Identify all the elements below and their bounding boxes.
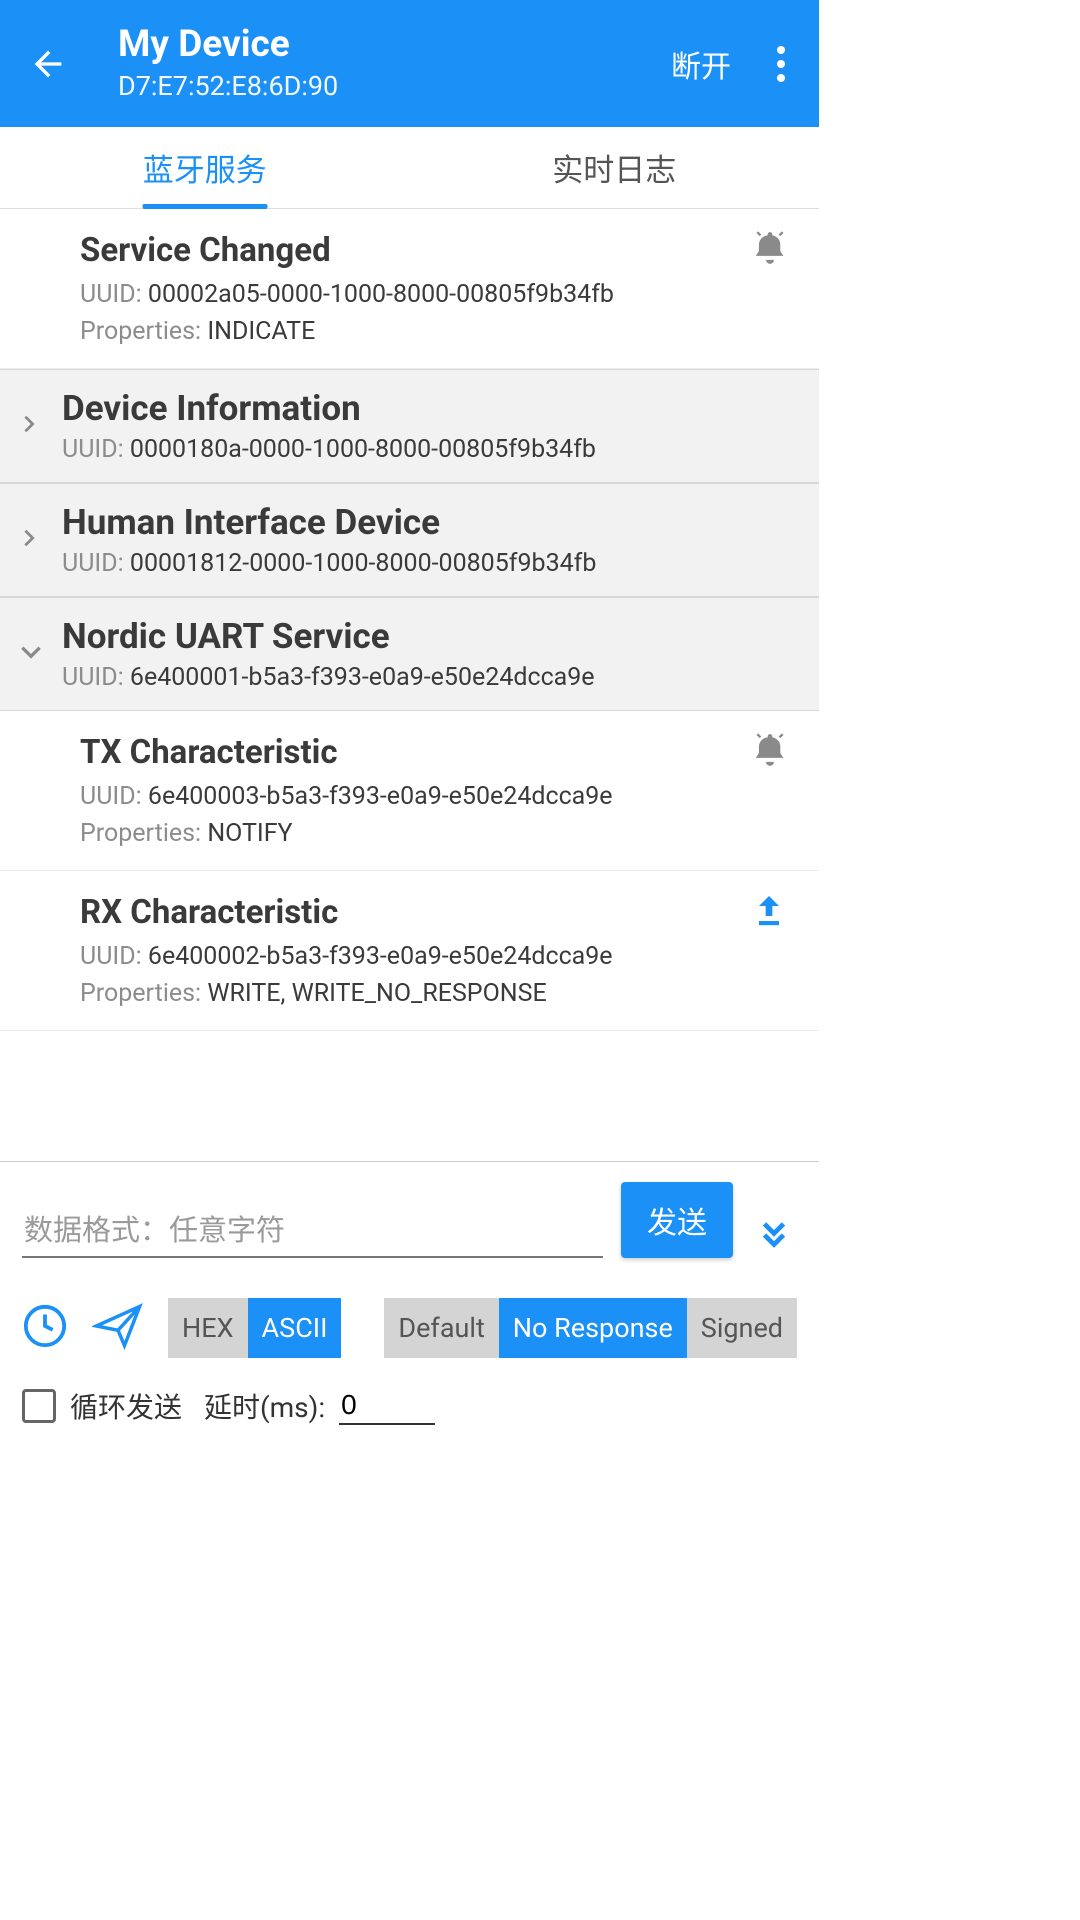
service-name: Nordic UART Service <box>62 616 799 657</box>
uuid-line: UUID: 6e400002-b5a3-f393-e0a9-e50e24dcca… <box>80 942 779 971</box>
paper-plane-icon <box>92 1300 144 1352</box>
service-name: Device Information <box>62 388 799 429</box>
characteristic-row[interactable]: RX Characteristic UUID: 6e400002-b5a3-f39… <box>0 871 819 1031</box>
uuid-line: UUID: 00001812-0000-1000-8000-00805f9b34… <box>62 549 799 578</box>
loop-send-label: 循环发送 <box>70 1386 182 1426</box>
service-list[interactable]: Service Changed UUID: 00002a05-0000-1000-… <box>0 209 819 1161</box>
chevron-down-icon <box>18 639 44 669</box>
send-button[interactable]: 发送 <box>621 1182 733 1258</box>
more-vert-icon <box>777 46 785 82</box>
loop-send-checkbox[interactable] <box>22 1389 56 1423</box>
tabs: 蓝牙服务 实时日志 <box>0 127 819 209</box>
service-name: Human Interface Device <box>62 502 799 543</box>
write-option-default[interactable]: Default <box>384 1298 498 1358</box>
history-button[interactable] <box>22 1303 68 1353</box>
app-header: My Device D7:E7:52:E8:6D:90 断开 <box>0 0 819 127</box>
format-option-hex[interactable]: HEX <box>168 1298 248 1358</box>
notify-toggle-button[interactable] <box>751 229 789 271</box>
characteristic-row[interactable]: Service Changed UUID: 00002a05-0000-1000-… <box>0 209 819 369</box>
uuid-line: UUID: 6e400001-b5a3-f393-e0a9-e50e24dcca… <box>62 663 799 692</box>
uuid-line: UUID: 0000180a-0000-1000-8000-00805f9b34… <box>62 435 799 464</box>
write-button[interactable] <box>749 891 789 935</box>
send-panel: 发送 HEXASCII DefaultNo ResponseSigned 循环发… <box>0 1161 819 1456</box>
uuid-line: UUID: 00002a05-0000-1000-8000-00805f9b34… <box>80 280 779 309</box>
chevron-right-icon <box>18 413 40 439</box>
back-button[interactable] <box>18 44 78 84</box>
title-block: My Device D7:E7:52:E8:6D:90 <box>78 25 671 102</box>
delay-label: 延时(ms): <box>204 1386 325 1426</box>
properties-line: Properties: NOTIFY <box>80 819 779 848</box>
tab-services[interactable]: 蓝牙服务 <box>0 127 410 208</box>
delay-input[interactable] <box>339 1387 435 1425</box>
characteristic-name: TX Characteristic <box>80 733 779 772</box>
format-option-ascii[interactable]: ASCII <box>248 1298 342 1358</box>
clock-icon <box>22 1303 68 1349</box>
characteristic-name: RX Characteristic <box>80 893 779 932</box>
quick-send-button[interactable] <box>92 1300 144 1356</box>
service-row[interactable]: Nordic UART Service UUID: 6e400001-b5a3-f… <box>0 597 819 711</box>
format-segment: HEXASCII <box>168 1298 341 1358</box>
expand-down-button[interactable] <box>751 1216 797 1258</box>
characteristic-name: Service Changed <box>80 231 779 270</box>
write-option-signed[interactable]: Signed <box>687 1298 797 1358</box>
properties-line: Properties: INDICATE <box>80 317 779 346</box>
more-menu-button[interactable] <box>761 46 801 82</box>
double-chevron-down-icon <box>755 1216 793 1254</box>
characteristic-row[interactable]: TX Characteristic UUID: 6e400003-b5a3-f39… <box>0 711 819 871</box>
page-title: My Device <box>118 25 671 66</box>
notify-toggle-button[interactable] <box>751 731 789 773</box>
tab-logs[interactable]: 实时日志 <box>410 127 820 208</box>
service-row[interactable]: Device Information UUID: 0000180a-0000-10… <box>0 369 819 483</box>
chevron-right-icon <box>18 527 40 553</box>
disconnect-button[interactable]: 断开 <box>671 42 731 86</box>
service-row[interactable]: Human Interface Device UUID: 00001812-000… <box>0 483 819 597</box>
properties-line: Properties: WRITE, WRITE_NO_RESPONSE <box>80 979 779 1008</box>
send-input[interactable] <box>22 1207 603 1258</box>
uuid-line: UUID: 6e400003-b5a3-f393-e0a9-e50e24dcca… <box>80 782 779 811</box>
write-mode-segment: DefaultNo ResponseSigned <box>384 1298 797 1358</box>
arrow-left-icon <box>28 44 68 84</box>
write-option-no-response[interactable]: No Response <box>499 1298 687 1358</box>
device-mac: D7:E7:52:E8:6D:90 <box>118 70 671 102</box>
